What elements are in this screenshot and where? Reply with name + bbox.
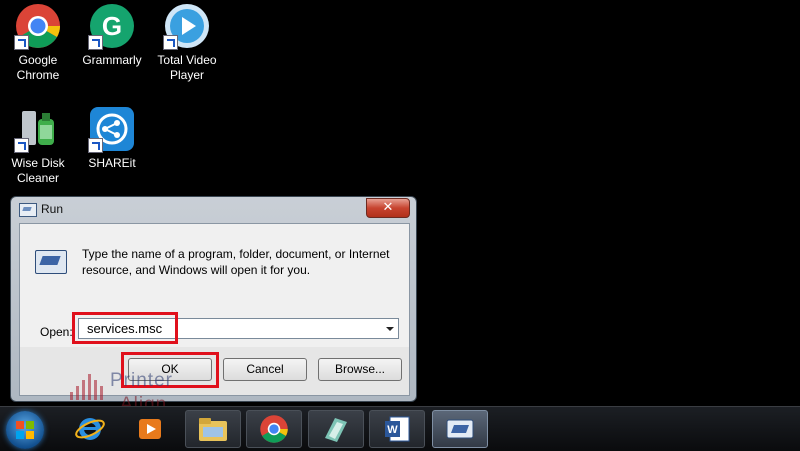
svg-text:G: G [102, 11, 122, 41]
taskbar-app[interactable] [308, 410, 364, 448]
internet-explorer-icon [75, 418, 105, 440]
shortcut-arrow-icon [88, 35, 103, 50]
open-input-highlight [72, 312, 178, 344]
run-description: Type the name of a program, folder, docu… [82, 247, 390, 277]
run-title-bar[interactable]: Run ✕ [11, 197, 416, 222]
shareit-icon [88, 105, 136, 153]
file-explorer-icon [199, 418, 227, 441]
run-icon [19, 203, 37, 217]
desktop-icon-wise-disk-cleaner[interactable]: Wise Disk Cleaner [3, 105, 73, 186]
shortcut-arrow-icon [14, 35, 29, 50]
chrome-icon [260, 415, 288, 443]
open-label: Open: [40, 325, 73, 339]
taskbar: W [0, 406, 800, 451]
cancel-button[interactable]: Cancel [223, 358, 307, 381]
taskbar-file-explorer[interactable] [185, 410, 241, 448]
chevron-down-icon[interactable] [382, 319, 398, 338]
browse-button[interactable]: Browse... [318, 358, 402, 381]
desktop-icon-google-chrome[interactable]: Google Chrome [3, 2, 73, 83]
shortcut-arrow-icon [14, 138, 29, 153]
taskbar-media-player[interactable] [122, 410, 178, 448]
chrome-icon [14, 2, 62, 50]
taskbar-internet-explorer[interactable] [62, 410, 118, 448]
word-icon: W [385, 416, 410, 442]
desktop-icon-grammarly[interactable]: G Grammarly [77, 2, 147, 68]
close-button[interactable]: ✕ [366, 198, 410, 218]
shortcut-arrow-icon [88, 138, 103, 153]
desktop-icon-label: SHAREit [88, 156, 136, 170]
media-player-icon [139, 419, 161, 439]
run-icon [446, 419, 474, 439]
wise-disk-cleaner-icon [14, 105, 62, 153]
desktop-icon-label: Wise Disk Cleaner [11, 156, 65, 185]
grammarly-icon: G [88, 2, 136, 50]
desktop-icon-total-video-player[interactable]: Total Video Player [152, 2, 222, 83]
shortcut-arrow-icon [163, 35, 178, 50]
desktop-icon-label: Total Video Player [157, 53, 217, 82]
taskbar-chrome[interactable] [246, 410, 302, 448]
watermark-text-line1: Printer [110, 370, 173, 391]
svg-text:W: W [387, 424, 398, 436]
start-button[interactable] [6, 411, 44, 449]
run-title: Run [41, 202, 64, 216]
total-video-player-icon [163, 2, 211, 50]
taskbar-run[interactable] [432, 410, 488, 448]
taskbar-word[interactable]: W [369, 410, 425, 448]
desktop-icon-label: Google Chrome [16, 53, 60, 82]
desktop-icon-label: Grammarly [82, 53, 142, 67]
windows-logo-icon [16, 421, 34, 439]
desktop-icon-shareit[interactable]: SHAREit [77, 105, 147, 171]
app-icon [325, 418, 347, 442]
run-icon [35, 250, 67, 274]
